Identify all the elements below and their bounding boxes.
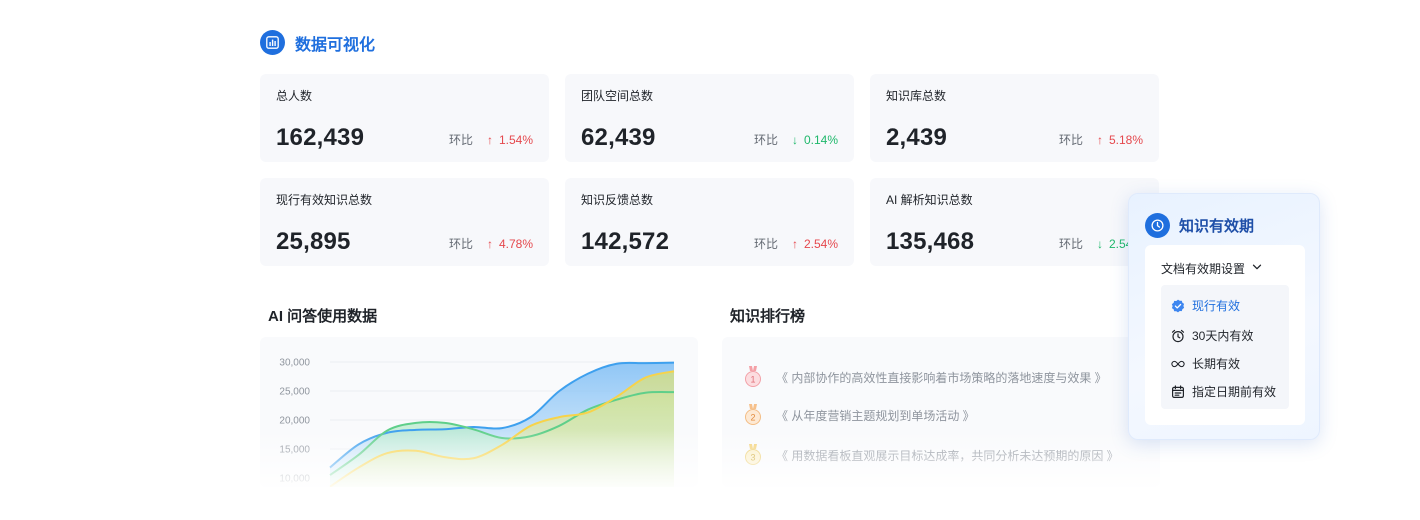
stat-value: 135,468 — [886, 228, 975, 255]
stat-label: 现行有效知识总数 — [276, 193, 373, 207]
section-header: 数据可视化 — [260, 30, 375, 55]
stat-label: AI 解析知识总数 — [886, 193, 973, 207]
stat-card-feedback[interactable]: 知识反馈总数 142,572 环比 ↑ 2.54% — [565, 178, 854, 266]
arrow-up-icon: ↑ — [486, 132, 493, 147]
change-label: 环比 — [753, 133, 778, 147]
stat-card-team-spaces[interactable]: 团队空间总数 62,439 环比 ↓ 0.14% — [565, 74, 854, 162]
option-before-date[interactable]: 指定日期前有效 — [1171, 383, 1276, 400]
calendar-icon — [1171, 384, 1185, 399]
stat-card-knowledge-bases[interactable]: 知识库总数 2,439 环比 ↑ 5.18% — [870, 74, 1159, 162]
change-value: 1.54% — [498, 132, 533, 147]
list-item[interactable]: 3 《 用数据看板直观展示目标达成率，共同分析未达预期的原因 》 — [744, 444, 1119, 466]
medal-bronze-icon: 3 — [744, 444, 762, 466]
bottom-fade — [0, 430, 1420, 520]
stat-value: 2,439 — [886, 124, 948, 151]
stat-change: 环比 ↓ 0.14% — [754, 131, 838, 148]
change-value: 0.14% — [803, 132, 838, 147]
medal-silver-icon: 2 — [744, 404, 762, 426]
validity-options: 现行有效 30天内有效 长期有效 指定日期前有效 — [1161, 285, 1289, 409]
popup-header: 知识有效期 — [1145, 213, 1254, 238]
medal-rank: 3 — [750, 453, 755, 463]
clock-icon — [1145, 213, 1170, 238]
chevron-down-icon — [1251, 261, 1263, 276]
change-label: 环比 — [753, 237, 778, 251]
list-item[interactable]: 1 《 内部协作的高效性直接影响着市场策略的落地速度与效果 》 — [744, 366, 1107, 388]
change-label: 环比 — [448, 133, 473, 147]
medal-rank: 1 — [750, 375, 755, 385]
stat-label: 总人数 — [276, 89, 313, 103]
popup-body: 文档有效期设置 现行有效 30天内有效 长期有效 指定日期前有效 — [1145, 245, 1305, 425]
stat-card-ai-parsed[interactable]: AI 解析知识总数 135,468 环比 ↓ 2.54% — [870, 178, 1159, 266]
medal-rank: 2 — [750, 413, 755, 423]
stat-label: 知识反馈总数 — [581, 193, 654, 207]
ai-chart-title: AI 问答使用数据 — [268, 308, 378, 325]
change-label: 环比 — [1058, 237, 1083, 251]
stat-label: 知识库总数 — [886, 89, 947, 103]
infinity-icon — [1171, 357, 1185, 371]
ranking-text: 《 从年度营销主题规划到单场活动 》 — [776, 408, 975, 423]
validity-popup: 知识有效期 文档有效期设置 现行有效 30天内有效 长期有效 指定日期前有效 — [1128, 193, 1320, 440]
section-title: 数据可视化 — [295, 36, 376, 54]
option-30-days[interactable]: 30天内有效 — [1171, 327, 1253, 344]
stat-change: 环比 ↑ 5.18% — [1059, 131, 1143, 148]
option-long-term[interactable]: 长期有效 — [1171, 355, 1240, 372]
popup-title: 知识有效期 — [1179, 218, 1255, 235]
check-badge-icon — [1171, 299, 1185, 313]
option-label: 指定日期前有效 — [1192, 385, 1277, 399]
stat-value: 142,572 — [581, 228, 670, 255]
validity-dropdown[interactable]: 文档有效期设置 — [1161, 260, 1263, 277]
y-tick-label: 15,000 — [279, 445, 310, 456]
change-value: 5.18% — [1108, 132, 1143, 147]
change-label: 环比 — [1058, 133, 1083, 147]
change-label: 环比 — [448, 237, 473, 251]
ranking-text: 《 内部协作的高效性直接影响着市场策略的落地速度与效果 》 — [776, 370, 1107, 385]
arrow-down-icon: ↓ — [1096, 236, 1103, 251]
stat-change: 环比 ↑ 1.54% — [449, 131, 533, 148]
stat-label: 团队空间总数 — [581, 89, 654, 103]
ranking-list: 1 《 内部协作的高效性直接影响着市场策略的落地速度与效果 》 2 《 从年度营… — [722, 337, 1160, 487]
arrow-up-icon: ↑ — [486, 236, 493, 251]
option-current-valid[interactable]: 现行有效 — [1171, 297, 1240, 314]
ranking-text: 《 用数据看板直观展示目标达成率，共同分析未达预期的原因 》 — [776, 448, 1119, 463]
y-tick-label: 30,000 — [279, 358, 310, 369]
ai-usage-chart-svg: 30,000 25,000 20,000 15,000 10,000 — [279, 358, 675, 487]
stat-card-valid-knowledge[interactable]: 现行有效知识总数 25,895 环比 ↑ 4.78% — [260, 178, 549, 266]
stat-value: 162,439 — [276, 124, 365, 151]
y-tick-label: 25,000 — [279, 387, 310, 398]
medal-gold-icon: 1 — [744, 366, 762, 388]
option-label: 长期有效 — [1192, 357, 1241, 371]
stat-change: 环比 ↑ 2.54% — [754, 235, 838, 252]
list-item[interactable]: 2 《 从年度营销主题规划到单场活动 》 — [744, 404, 975, 426]
stat-change: 环比 ↑ 4.78% — [449, 235, 533, 252]
y-tick-label: 10,000 — [279, 474, 310, 485]
option-label: 30天内有效 — [1192, 329, 1254, 343]
option-label: 现行有效 — [1192, 299, 1241, 313]
bar-chart-icon — [260, 30, 285, 55]
arrow-up-icon: ↑ — [1096, 132, 1103, 147]
y-tick-label: 20,000 — [279, 416, 310, 427]
arrow-up-icon: ↑ — [791, 236, 798, 251]
stat-card-total-users[interactable]: 总人数 162,439 环比 ↑ 1.54% — [260, 74, 549, 162]
change-value: 4.78% — [498, 236, 533, 251]
ai-usage-chart: 30,000 25,000 20,000 15,000 10,000 — [260, 337, 698, 487]
stat-value: 25,895 — [276, 228, 351, 255]
ranking-title: 知识排行榜 — [730, 308, 806, 325]
alarm-clock-icon — [1171, 329, 1185, 343]
dropdown-label: 文档有效期设置 — [1161, 262, 1246, 276]
stat-value: 62,439 — [581, 124, 656, 151]
stat-cards: 总人数 162,439 环比 ↑ 1.54% 团队空间总数 62,439 环比 … — [260, 74, 1160, 266]
change-value: 2.54% — [803, 236, 838, 251]
arrow-down-icon: ↓ — [791, 132, 798, 147]
